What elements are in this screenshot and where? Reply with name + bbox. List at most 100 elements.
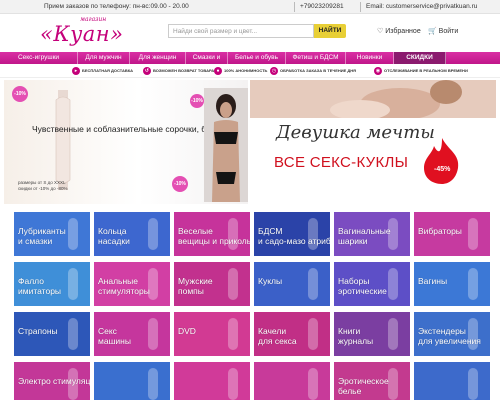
category-label-line: Книги xyxy=(338,326,361,336)
category-label-line: Страпоны xyxy=(18,326,58,336)
category-label-line: Эротическое xyxy=(338,376,389,386)
product-image xyxy=(308,368,318,400)
category-tile[interactable]: Книги журналы xyxy=(334,312,410,356)
category-label: Экстендеры для увеличения xyxy=(418,326,481,346)
category-label-line: насадки xyxy=(98,236,130,246)
category-tile[interactable]: Эротическое белье xyxy=(334,362,410,400)
nav-item-for-men[interactable]: Для мужчин xyxy=(78,52,130,64)
logo[interactable]: магазин «Куан» xyxy=(40,16,136,50)
category-tile[interactable] xyxy=(414,362,490,400)
category-label-line: для секса xyxy=(258,336,297,346)
category-tile[interactable]: Лубриканты и смазки xyxy=(14,212,90,256)
doll-image xyxy=(250,80,496,118)
lingerie-banner[interactable]: -10% Чувственные и соблазнительные сороч… xyxy=(4,80,248,204)
product-image xyxy=(68,318,78,350)
category-label-line: для увеличения xyxy=(418,336,481,346)
divider xyxy=(294,2,295,12)
banner-title: Девушка мечты xyxy=(276,122,435,143)
search-input[interactable]: Найди свой размер и цвет... xyxy=(168,24,314,38)
feature-returns: ↺ возможен возврат товара xyxy=(143,67,215,75)
category-label: Эротическое белье xyxy=(338,376,389,396)
category-label-line: помпы xyxy=(178,286,204,296)
category-tile[interactable]: Электро стимуляция xyxy=(14,362,90,400)
nav-item-for-women[interactable]: Для женщин xyxy=(130,52,186,64)
feature-anonymity: ● 100% анонимность xyxy=(214,67,267,76)
category-label: Страпоны xyxy=(18,326,58,336)
cart-icon: 🛒 xyxy=(428,28,437,35)
clock-icon: ◷ xyxy=(270,67,278,75)
discount-badge: -10% xyxy=(190,94,204,108)
category-tile[interactable]: Веселые вещицы и приколы xyxy=(174,212,250,256)
category-label-line: Качели xyxy=(258,326,287,336)
sex-dolls-banner[interactable]: Девушка мечты ВСЕ СЕКС-КУКЛЫ -45% xyxy=(250,80,496,204)
flame-icon xyxy=(424,138,459,184)
category-label: Книги журналы xyxy=(338,326,373,346)
category-label: Секс машины xyxy=(98,326,131,346)
category-tile[interactable]: DVD xyxy=(174,312,250,356)
category-label: Вибраторы xyxy=(418,226,462,236)
nav-item-sex-toys[interactable]: Секс-игрушки xyxy=(0,52,78,64)
category-tile[interactable]: Секс машины xyxy=(94,312,170,356)
category-grid: Лубриканты и смазки Кольца насадки Веселые ве… xyxy=(14,212,496,400)
nav-item-new[interactable]: Новинки xyxy=(346,52,394,64)
category-tile[interactable]: Качели для секса xyxy=(254,312,330,356)
category-tile[interactable] xyxy=(174,362,250,400)
category-tile[interactable]: Вагинальные шарики xyxy=(334,212,410,256)
lock-icon: ● xyxy=(214,67,222,75)
product-image xyxy=(308,318,318,350)
search-button[interactable]: НАЙТИ xyxy=(314,24,346,38)
product-image xyxy=(468,368,478,400)
product-image xyxy=(68,268,78,300)
product-image xyxy=(468,218,478,250)
category-tile[interactable]: Кольца насадки xyxy=(94,212,170,256)
product-image xyxy=(148,368,158,400)
top-info-bar: Прием заказов по телефону: пн-вс:09.00 -… xyxy=(0,0,500,14)
favorites-link[interactable]: ♡ Избранное xyxy=(377,27,421,35)
category-tile[interactable]: Вибраторы xyxy=(414,212,490,256)
category-tile[interactable]: Фалло имитаторы xyxy=(14,262,90,306)
category-label-line: Куклы xyxy=(258,276,283,286)
nav-item-fetish[interactable]: Фетиш и БДСМ xyxy=(286,52,346,64)
banner-sizes-info: размеры от S до XXXL скидки от -10% до -… xyxy=(18,180,68,191)
nav-item-lingerie[interactable]: Белье и обувь xyxy=(228,52,286,64)
login-label: Войти xyxy=(438,28,459,35)
category-label: DVD xyxy=(178,326,196,336)
model-image xyxy=(204,88,248,202)
nav-item-sale[interactable]: СКИДКИ xyxy=(394,52,446,64)
login-link[interactable]: 🛒 Войти xyxy=(428,27,458,35)
category-tile[interactable] xyxy=(94,362,170,400)
category-tile[interactable]: Вагины xyxy=(414,262,490,306)
category-tile[interactable] xyxy=(254,362,330,400)
category-label: Анальные стимуляторы xyxy=(98,276,150,296)
category-label: Электро стимуляция xyxy=(18,376,90,386)
category-label: Вагинальные шарики xyxy=(338,226,391,246)
category-label-line: БДСМ xyxy=(258,226,283,236)
category-tile[interactable]: Экстендеры для увеличения xyxy=(414,312,490,356)
category-tile[interactable]: БДСМи садо-мазо атрибуты xyxy=(254,212,330,256)
favorites-label: Избранное xyxy=(385,28,421,35)
category-label-line: и смазки xyxy=(18,236,53,246)
category-label-line: шарики xyxy=(338,236,368,246)
category-label-line: имитаторы xyxy=(18,286,62,296)
category-tile[interactable]: Наборы эротические xyxy=(334,262,410,306)
category-tile[interactable]: Страпоны xyxy=(14,312,90,356)
category-label-line: Наборы xyxy=(338,276,370,286)
category-label-line: эротические xyxy=(338,286,387,296)
category-tile[interactable]: Анальные стимуляторы xyxy=(94,262,170,306)
product-image xyxy=(148,318,158,350)
logo-title: «Куан» xyxy=(40,22,124,46)
order-hours-text: Прием заказов по телефону: пн-вс:09.00 -… xyxy=(44,3,189,10)
email-link[interactable]: Email: customerservice@privatkuan.ru xyxy=(366,3,477,10)
phone-link[interactable]: +79023209281 xyxy=(300,3,344,10)
category-tile[interactable]: Мужские помпы xyxy=(174,262,250,306)
category-label-line: Экстендеры xyxy=(418,326,466,336)
category-tile[interactable]: Куклы xyxy=(254,262,330,306)
nav-item-lubricants[interactable]: Смазки и xyxy=(186,52,228,64)
category-label-line: Мужские xyxy=(178,276,213,286)
category-label-line: и садо-мазо атрибуты xyxy=(258,236,330,246)
product-image xyxy=(308,268,318,300)
product-image xyxy=(228,268,238,300)
lingerie-image xyxy=(55,90,71,190)
banner-tagline: Чувственные и соблазнительные сорочки, б… xyxy=(32,124,221,134)
discount-badge: -45% xyxy=(434,166,451,173)
